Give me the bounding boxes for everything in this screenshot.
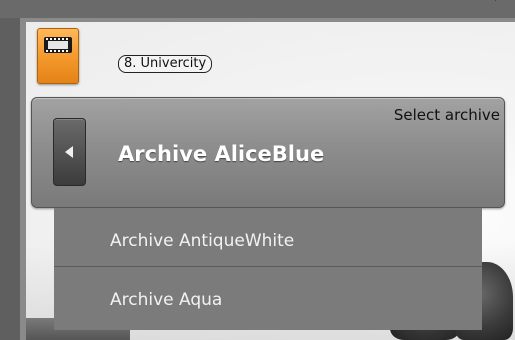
- top-strip: ˙: [0, 0, 515, 18]
- archive-option-label: Archive Aqua: [110, 290, 223, 310]
- archive-option[interactable]: Archive Aqua: [54, 267, 482, 325]
- archive-dropdown-list: Archive AntiqueWhite Archive Aqua: [54, 208, 482, 330]
- select-archive-hint: Select archive: [393, 106, 500, 124]
- camera-tile[interactable]: [37, 28, 79, 84]
- archive-option[interactable]: Archive AntiqueWhite: [54, 208, 482, 267]
- top-corner-glyph: ˙: [493, 0, 498, 10]
- previous-archive-button[interactable]: [53, 118, 86, 186]
- chevron-left-icon: [65, 146, 73, 158]
- film-icon: [44, 37, 72, 53]
- archive-option-label: Archive AntiqueWhite: [110, 231, 295, 251]
- camera-name-label: 8. Univercity: [118, 55, 213, 73]
- archive-selector[interactable]: Select archive Archive AliceBlue: [31, 97, 505, 208]
- current-archive-name: Archive AliceBlue: [118, 142, 325, 166]
